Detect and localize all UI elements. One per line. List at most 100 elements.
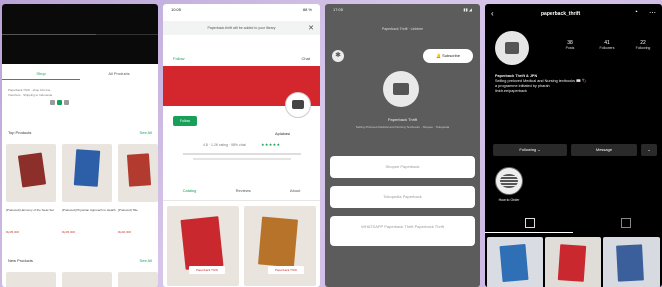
shop-meta-line: Vouchers · Shipping to Indonesia (8, 93, 53, 97)
shop-app-panel: Shop All Products Paperback Thrift · sho… (2, 4, 158, 287)
stat-label: Posts (565, 46, 575, 50)
product-card[interactable] (62, 272, 112, 287)
shop-meta: Paperback Thrift · shop info line Vouche… (8, 88, 148, 98)
add-person-button[interactable]: ⌄ (641, 144, 657, 156)
following-button[interactable]: Following ⌄ (493, 144, 567, 156)
instagram-profile-panel: ‹ paperback_thrift ◔ ⋯ 38 Posts 41 Follo… (485, 4, 662, 287)
profile-bio: Paperback Thrift & JPN Selling preloved … (495, 74, 660, 94)
voucher-chip[interactable] (50, 100, 55, 105)
status-icons: ▮▮ ◢ (463, 7, 472, 12)
product-price: Rp35.000 (6, 230, 20, 234)
product-card[interactable]: Paperback Thrift (244, 206, 316, 286)
product-card[interactable] (118, 144, 158, 202)
sticker-label: Paperback Thrift (268, 266, 304, 274)
link-page-panel: 17:05 ▮▮ ◢ Paperback Thrift · Linktree ✱… (325, 4, 480, 287)
bell-icon[interactable]: ◔ (634, 9, 638, 16)
section-new-products: New Products See All (8, 258, 152, 263)
status-bar: 10:05 88 % (171, 7, 312, 12)
tab-shop[interactable]: Shop (2, 68, 80, 80)
follow-button[interactable]: Follow (173, 116, 197, 126)
stat-posts[interactable]: 38 Posts (555, 40, 585, 50)
post-thumbnail[interactable] (603, 237, 660, 287)
shop-logo-icon (505, 42, 519, 54)
bio-link[interactable]: linktr.ee/paperback (495, 89, 660, 94)
section-title: Top Products (8, 130, 32, 135)
video-player[interactable] (2, 4, 158, 64)
voucher-chips (50, 100, 69, 105)
star-rating: ★★★★★ (261, 142, 281, 147)
profile-header: ‹ paperback_thrift ◔ ⋯ (491, 9, 656, 21)
tab-all-products[interactable]: All Products (80, 68, 158, 80)
product-card[interactable] (6, 272, 56, 287)
product-title: [Preloved] Harmony of the Seas Set (6, 208, 54, 212)
link-button-tokopedia[interactable]: Tokopedia Paperback (330, 186, 475, 208)
follow-link[interactable]: Follow (173, 56, 185, 61)
video-progress-fill (2, 34, 96, 35)
video-progress-track[interactable] (2, 34, 158, 35)
profile-avatar (383, 71, 419, 107)
divider (193, 158, 291, 160)
see-all-link[interactable]: See All (140, 258, 152, 263)
shop-logo-icon (292, 100, 304, 109)
post-thumbnail[interactable] (545, 237, 601, 287)
book-image (557, 244, 587, 282)
book-image (73, 149, 101, 187)
status-time: 10:05 (171, 7, 182, 12)
book-image (180, 216, 224, 270)
tab-catalog[interactable]: Catalog (183, 188, 197, 193)
page-header: Paperback Thrift · Linktree (381, 27, 424, 31)
stat-label: Followers (599, 46, 615, 50)
voucher-chip[interactable] (64, 100, 69, 105)
product-price: Rp40.000 (118, 230, 132, 234)
tab-reviews[interactable]: Reviews (236, 188, 251, 193)
section-title: New Products (8, 258, 33, 263)
tab-about[interactable]: About (290, 188, 300, 193)
back-icon[interactable]: ‹ (491, 9, 494, 19)
product-card[interactable]: Paperback Thrift (167, 206, 239, 286)
sticker-label: Paperback Thrift (189, 266, 225, 274)
see-all-link[interactable]: See All (140, 130, 152, 135)
status-time: 17:05 (333, 7, 344, 12)
link-button-whatsapp[interactable]: WHATSAPP Paperback Thrift Paperback Thri… (330, 216, 475, 246)
grid-icon[interactable] (525, 218, 535, 228)
shop-avatar[interactable] (285, 92, 311, 118)
more-icon[interactable]: ⋯ (649, 9, 656, 17)
product-card[interactable] (118, 272, 158, 287)
divider (183, 153, 301, 155)
voucher-chip[interactable] (57, 100, 62, 105)
product-card[interactable] (62, 144, 112, 202)
post-thumbnail[interactable] (487, 237, 543, 287)
highlight-icon (500, 174, 518, 188)
marketplace-shop-panel: 10:05 88 % Paperback.thrift will be adde… (163, 4, 320, 287)
shop-tabs: Shop All Products (2, 68, 158, 80)
status-battery: 88 % (302, 7, 312, 12)
tab-divider (163, 200, 320, 201)
product-title: [Preloved] Physician Approach to Health (62, 208, 116, 212)
book-image (616, 244, 644, 282)
profile-username: paperback_thrift (541, 11, 581, 17)
section-top-products: Top Products See All (8, 130, 152, 135)
notice-banner: Paperback.thrift will be added to your l… (163, 21, 320, 35)
chat-link[interactable]: Chat (302, 56, 310, 61)
stat-label: Following (635, 46, 651, 50)
subscribe-button[interactable]: 🔔 Subscribe (423, 49, 473, 63)
tagged-icon[interactable] (621, 218, 631, 228)
message-button[interactable]: Message (571, 144, 637, 156)
product-price: Rp45.000 (62, 230, 76, 234)
book-image (17, 152, 47, 188)
stat-followers[interactable]: 41 Followers (592, 40, 622, 50)
shop-name: Aplakasi (275, 131, 291, 136)
profile-description: Selling Preloved Medical and Nursing Tex… (355, 125, 450, 129)
settings-icon[interactable]: ✱ (332, 50, 344, 62)
highlight-how-to-order[interactable] (495, 167, 523, 195)
book-image (257, 216, 299, 268)
stat-following[interactable]: 22 Following (628, 40, 658, 50)
profile-name: Paperback Thrift (387, 117, 418, 122)
close-icon[interactable]: ✕ (308, 24, 314, 32)
link-button-shopee[interactable]: Shopee Paperback (330, 156, 475, 178)
book-image (499, 243, 529, 283)
status-bar: 17:05 ▮▮ ◢ (333, 7, 472, 12)
profile-avatar[interactable] (495, 31, 529, 65)
product-card[interactable] (6, 144, 56, 202)
shop-logo-icon (393, 83, 409, 95)
